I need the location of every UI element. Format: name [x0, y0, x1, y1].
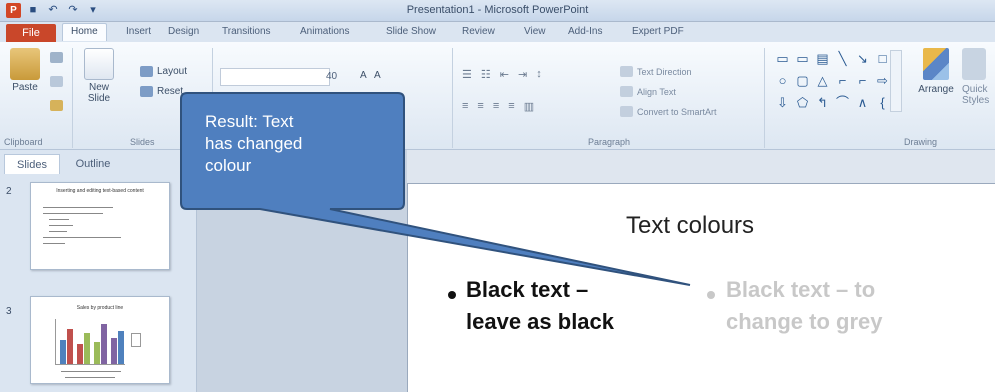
callout-line: colour	[205, 156, 252, 175]
callout-text: Result: Text has changed colour	[205, 111, 365, 177]
powerpoint-window: P ■ ↶ ↷ ▾ Presentation1 - Microsoft Powe…	[0, 0, 995, 392]
callout-line: has changed	[205, 134, 303, 153]
callout-shape	[180, 92, 691, 286]
callout-line: Result: Text	[205, 112, 294, 131]
